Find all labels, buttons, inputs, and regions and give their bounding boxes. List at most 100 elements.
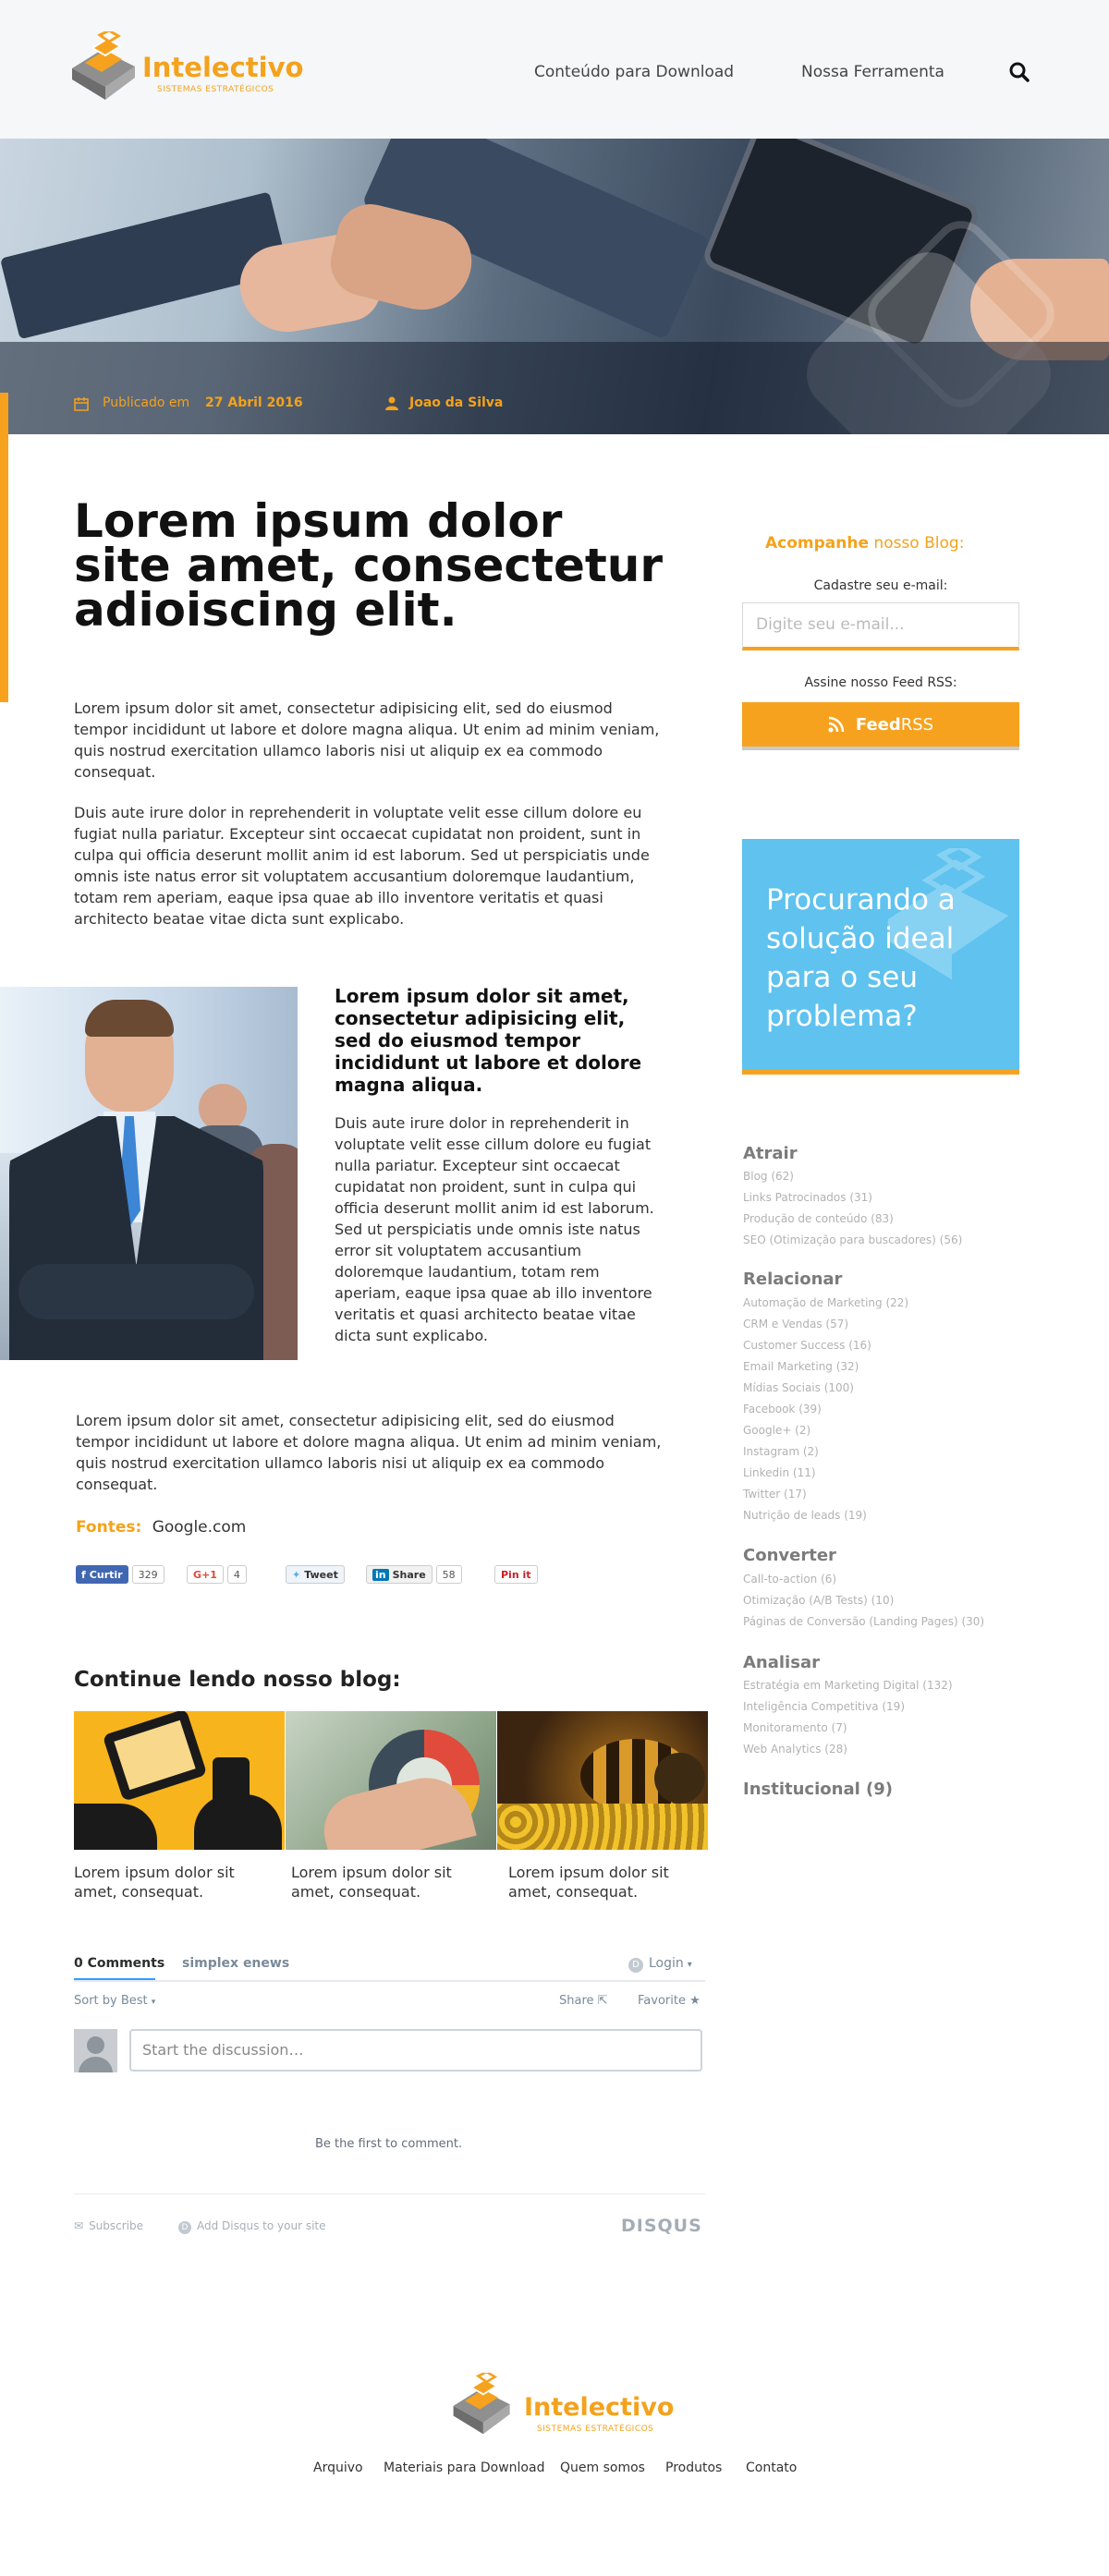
tweet-share[interactable]: ✦ Tweet [286, 1564, 345, 1585]
category-heading-atrair[interactable]: Atrair [743, 1144, 798, 1163]
logo-tagline: SISTEMAS ESTRATÉGICOS [157, 85, 274, 94]
related-thumb-2[interactable] [286, 1711, 496, 1850]
linkedin-share[interactable]: in Share 58 [366, 1564, 462, 1585]
category-item[interactable]: Links Patrocinados (31) [743, 1191, 872, 1204]
linkedin-button[interactable]: in Share [366, 1565, 433, 1584]
disqus-logo[interactable]: DISQUS [621, 2216, 702, 2236]
calendar-icon [74, 397, 89, 411]
related-caption-1[interactable]: Lorem ipsum dolor sit amet, consequat. [74, 1863, 263, 1902]
tweet-button[interactable]: ✦ Tweet [286, 1565, 345, 1584]
share-label: Share [559, 1994, 594, 2008]
add-disqus-link[interactable]: D Add Disqus to your site [178, 2219, 326, 2234]
person-hair [85, 1000, 174, 1037]
category-item[interactable]: Nutrição de leads (19) [743, 1509, 867, 1522]
nav-download-content[interactable]: Conteúdo para Download [534, 63, 734, 81]
favorite-button[interactable]: Favorite ★ [638, 1994, 701, 2008]
category-item[interactable]: Blog (62) [743, 1170, 794, 1183]
category-item[interactable]: Automação de Marketing (22) [743, 1296, 908, 1309]
chevron-down-icon: ▾ [687, 1960, 692, 1970]
thumb1-hand [194, 1794, 282, 1850]
category-item[interactable]: Email Marketing (32) [743, 1360, 859, 1373]
sources-value[interactable]: Google.com [152, 1518, 247, 1537]
site-logo[interactable]: Intelectivo SISTEMAS ESTRATÉGICOS [68, 31, 303, 105]
related-caption-3[interactable]: Lorem ipsum dolor sit amet, consequat. [508, 1863, 698, 1902]
article-lead: Lorem ipsum dolor sit amet, consectetur … [335, 985, 642, 1096]
article-paragraph-1: Lorem ipsum dolor sit amet, consectetur … [74, 699, 660, 781]
related-thumb-1[interactable] [74, 1711, 285, 1850]
gplus-button[interactable]: G+1 [187, 1565, 224, 1584]
footer-link-arquivo[interactable]: Arquivo [313, 2461, 363, 2475]
category-item[interactable]: Web Analytics (28) [743, 1743, 847, 1756]
category-item[interactable]: Instagram (2) [743, 1445, 819, 1458]
related-caption-2[interactable]: Lorem ipsum dolor sit amet, consequat. [291, 1863, 481, 1902]
category-heading-converter[interactable]: Converter [743, 1546, 836, 1565]
category-heading-analisar[interactable]: Analisar [743, 1653, 820, 1672]
category-item[interactable]: Mídias Sociais (100) [743, 1381, 854, 1394]
category-item[interactable]: Facebook (39) [743, 1403, 822, 1416]
email-field[interactable]: Digite seu e-mail... [742, 602, 1019, 650]
footer-link-contato[interactable]: Contato [746, 2461, 797, 2475]
cta-banner[interactable]: Procurando a solução ideal para o seu pr… [742, 839, 1019, 1075]
related-thumb-3[interactable] [497, 1711, 708, 1850]
category-heading-institucional[interactable]: Institucional (9) [743, 1780, 893, 1799]
category-item[interactable]: Produção de conteúdo (83) [743, 1212, 894, 1225]
tab-comments-count[interactable]: 0 Comments [74, 1956, 165, 1971]
author-name[interactable]: Joao da Silva [409, 395, 503, 410]
pinterest-share[interactable]: Pin it [494, 1564, 538, 1585]
nav-our-tool[interactable]: Nossa Ferramenta [801, 63, 944, 81]
article-person-image [0, 987, 298, 1360]
subscribe-link[interactable]: ✉ Subscribe [74, 2219, 143, 2232]
sort-label: Sort by Best [74, 1994, 148, 2008]
rss-icon [828, 716, 845, 733]
category-item[interactable]: Linkedin (11) [743, 1466, 816, 1479]
gplus-share[interactable]: G+1 4 [187, 1564, 247, 1585]
category-item[interactable]: Monitoramento (7) [743, 1721, 847, 1734]
footer-logo[interactable]: Intelectivo SISTEMAS ESTRATÉGICOS [450, 2373, 675, 2437]
footer-logo-name: Intelectivo [524, 2393, 675, 2422]
published-prefix: Publicado em [103, 395, 190, 410]
share-thread-button[interactable]: Share ⇱ [559, 1994, 608, 2008]
article-paragraph-3: Duis aute irure dolor in reprehenderit i… [335, 1114, 654, 1344]
search-icon[interactable] [1009, 62, 1030, 82]
sort-dropdown[interactable]: Sort by Best ▾ [74, 1994, 155, 2008]
category-item[interactable]: Google+ (2) [743, 1424, 810, 1437]
tweet-label: Tweet [304, 1568, 338, 1581]
feed-rest: RSS [900, 714, 934, 735]
hero-image: Publicado em 27 Abril 2016 Joao da Silva [0, 139, 1109, 434]
category-item[interactable]: Customer Success (16) [743, 1339, 871, 1352]
category-item[interactable]: SEO (Otimização para buscadores) (56) [743, 1233, 962, 1246]
category-item[interactable]: Otimização (A/B Tests) (10) [743, 1594, 894, 1607]
pinterest-button[interactable]: Pin it [494, 1565, 538, 1584]
comment-input[interactable]: Start the discussion… [129, 2029, 702, 2072]
category-item[interactable]: Call-to-action (6) [743, 1573, 836, 1586]
facebook-like-count: 329 [131, 1565, 165, 1584]
user-icon [385, 396, 398, 410]
footer-link-quem-somos[interactable]: Quem somos [560, 2461, 645, 2475]
article-title: Lorem ipsum dolor site amet, consectetur… [74, 498, 665, 633]
feed-rss-button[interactable]: Feed RSS [742, 702, 1019, 750]
category-heading-relacionar[interactable]: Relacionar [743, 1270, 842, 1289]
linkedin-label: Share [392, 1568, 426, 1581]
logo-mark-icon [72, 31, 135, 100]
comments-footer-divider [74, 2193, 705, 2194]
person-arms [18, 1264, 254, 1319]
category-item[interactable]: Estratégia em Marketing Digital (132) [743, 1679, 953, 1692]
facebook-like[interactable]: f Curtir 329 [76, 1564, 165, 1585]
category-item[interactable]: Inteligência Competitiva (19) [743, 1700, 905, 1713]
category-item[interactable]: Páginas de Conversão (Landing Pages) (30… [743, 1615, 984, 1628]
category-item[interactable]: CRM e Vendas (57) [743, 1318, 848, 1331]
thumb3-bee-head [654, 1753, 705, 1804]
login-button[interactable]: D Login ▾ [628, 1956, 692, 1973]
footer-logo-mark-icon [453, 2373, 510, 2435]
facebook-icon: f [81, 1568, 86, 1581]
tab-site-name[interactable]: simplex enews [182, 1956, 289, 1971]
twitter-icon: ✦ [292, 1568, 301, 1581]
sidebar-follow-heading: Acompanhe nosso Blog: [765, 534, 964, 553]
footer-link-materiais[interactable]: Materiais para Download [384, 2461, 544, 2475]
email-label: Cadastre seu e-mail: [813, 578, 948, 593]
category-item[interactable]: Twitter (17) [743, 1488, 807, 1501]
published-date: 27 Abril 2016 [205, 395, 303, 410]
facebook-like-label: Curtir [89, 1568, 123, 1581]
footer-link-produtos[interactable]: Produtos [665, 2461, 722, 2475]
facebook-like-button[interactable]: f Curtir [76, 1565, 128, 1584]
